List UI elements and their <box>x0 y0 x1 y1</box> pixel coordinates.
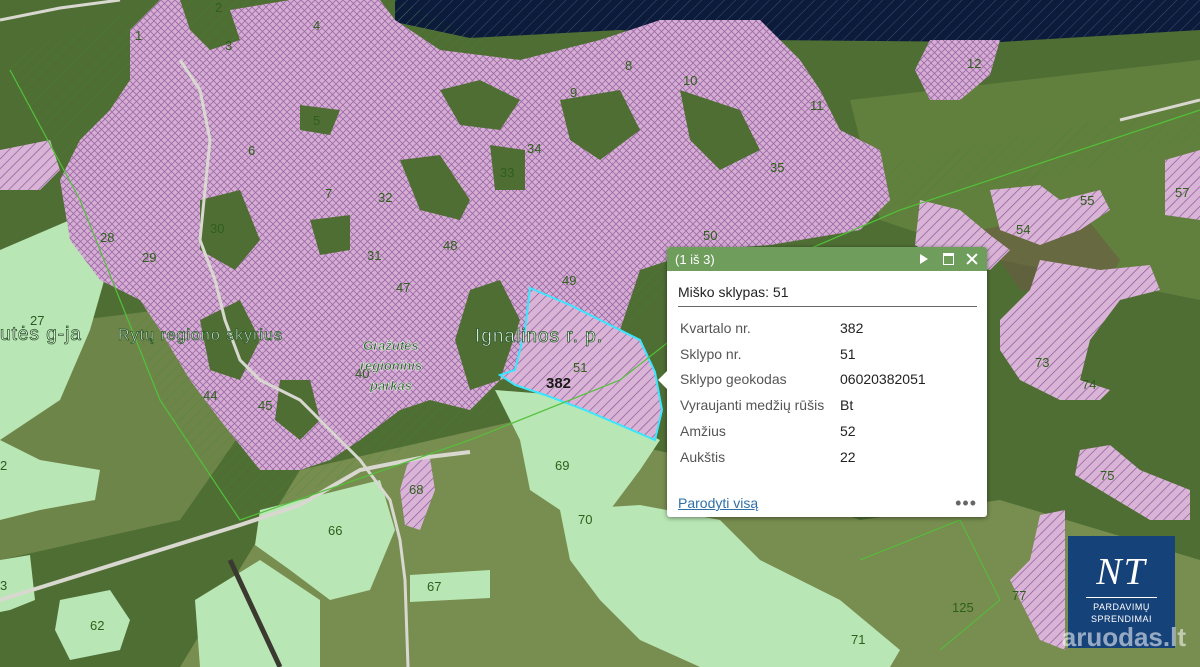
attribute-row: Vyraujanti medžių rūšis Bt <box>680 392 926 418</box>
stand-label-62: 62 <box>90 618 104 633</box>
stand-label-54: 54 <box>1016 222 1030 237</box>
stand-label-68: 68 <box>409 482 423 497</box>
stand-label-9: 9 <box>570 85 577 100</box>
stand-label-7: 7 <box>325 186 332 201</box>
attribute-table: Kvartalo nr. 382 Sklypo nr. 51 Sklypo geok… <box>680 315 926 470</box>
stand-label-33: 33 <box>500 165 514 180</box>
logo-divider <box>1086 597 1157 598</box>
stand-label-31: 31 <box>367 248 381 263</box>
play-icon <box>920 254 928 264</box>
park-name-line-2: regioninis <box>360 358 422 373</box>
stand-label-6: 6 <box>248 143 255 158</box>
attribute-value: 382 <box>840 319 864 336</box>
attribute-row: Sklypo geokodas 06020382051 <box>680 367 926 393</box>
popup-footer: Parodyti visą ••• <box>678 494 977 512</box>
stand-label-5: 5 <box>313 113 320 128</box>
stand-label-34: 34 <box>527 141 541 156</box>
stand-label-49: 49 <box>562 273 576 288</box>
show-all-link[interactable]: Parodyti visą <box>678 495 758 511</box>
stand-label-1: 1 <box>135 28 142 43</box>
attribute-row: Kvartalo nr. 382 <box>680 315 926 341</box>
maximize-button[interactable] <box>939 250 957 268</box>
stand-label-71: 71 <box>851 632 865 647</box>
popup-counter: (1 iš 3) <box>675 251 715 267</box>
attribute-row: Sklypo nr. 51 <box>680 341 926 367</box>
stand-label-77: 77 <box>1012 588 1026 603</box>
watermark: aruodas.lt <box>1061 622 1186 652</box>
stand-label-45: 45 <box>258 398 272 413</box>
stand-label-55: 55 <box>1080 193 1094 208</box>
stand-label-29: 29 <box>142 250 156 265</box>
stand-label-69: 69 <box>555 458 569 473</box>
stand-label-47: 47 <box>396 280 410 295</box>
maximize-icon <box>942 253 954 265</box>
attribute-row: Amžius 52 <box>680 418 926 444</box>
park-name-line-1: Gražutės <box>363 338 419 353</box>
edge-stand-label: 3 <box>0 578 7 593</box>
stand-label-51: 51 <box>573 360 587 375</box>
stand-label-12: 12 <box>967 56 981 71</box>
feature-popup: (1 iš 3) Miško sklypas: 51 Kvartalo nr. 3… <box>658 247 987 517</box>
attribute-key: Kvartalo nr. <box>680 319 751 336</box>
meadow-67 <box>410 570 490 602</box>
attribute-value: 06020382051 <box>840 371 926 388</box>
stand-label-3: 3 <box>225 38 232 53</box>
forest-map[interactable]: 1234567891011122829303132333435404445474… <box>0 0 1200 667</box>
park-name-line-3: parkas <box>369 378 412 393</box>
attribute-value: 51 <box>840 345 856 362</box>
attribute-value: 52 <box>840 423 856 440</box>
stand-label-70: 70 <box>578 512 592 527</box>
close-icon <box>966 253 978 265</box>
attribute-key: Amžius <box>680 423 726 440</box>
close-button[interactable] <box>963 250 981 268</box>
stand-label-8: 8 <box>625 58 632 73</box>
stand-label-28: 28 <box>100 230 114 245</box>
popup-title: Miško sklypas: 51 <box>678 284 977 307</box>
place-fragment-label: utės g-ja <box>0 324 82 345</box>
next-feature-button[interactable] <box>915 250 933 268</box>
stand-label-11: 11 <box>810 98 824 113</box>
stand-label-50: 50 <box>703 228 717 243</box>
stand-label-44: 44 <box>203 388 217 403</box>
stand-label-74: 74 <box>1082 377 1096 392</box>
attribute-key: Aukštis <box>680 448 726 465</box>
quarter-label: 382 <box>546 375 571 392</box>
popup-pointer <box>658 370 668 390</box>
stand-label-35: 35 <box>770 160 784 175</box>
attribute-key: Vyraujanti medžių rūšis <box>680 397 825 414</box>
stand-label-73: 73 <box>1035 355 1049 370</box>
more-icon[interactable]: ••• <box>955 494 977 512</box>
attribute-value: Bt <box>840 397 854 414</box>
edge-stand-label: 2 <box>0 458 7 473</box>
stand-label-4: 4 <box>313 18 320 33</box>
logo-mark: NT <box>1096 551 1147 593</box>
stand-label-67: 67 <box>427 579 441 594</box>
unit-name-label: Rytų regiono skyrius <box>118 327 283 344</box>
stand-label-10: 10 <box>683 73 697 88</box>
stand-label-125: 125 <box>952 600 974 615</box>
logo-line-1: PARDAVIMŲ <box>1093 602 1150 612</box>
stand-label-57: 57 <box>1175 185 1189 200</box>
stand-label-2: 2 <box>215 0 222 15</box>
attribute-row: Aukštis 22 <box>680 444 926 470</box>
attribute-key: Sklypo geokodas <box>680 371 787 388</box>
stand-label-32: 32 <box>378 190 392 205</box>
stand-label-75: 75 <box>1100 468 1114 483</box>
attribute-value: 22 <box>840 448 856 465</box>
popup-header: (1 iš 3) <box>667 247 987 271</box>
place-name-label: Ignalinos r. p. <box>475 326 603 347</box>
attribute-key: Sklypo nr. <box>680 345 742 362</box>
stand-label-48: 48 <box>443 238 457 253</box>
stand-label-30: 30 <box>210 221 224 236</box>
stand-label-66: 66 <box>328 523 342 538</box>
